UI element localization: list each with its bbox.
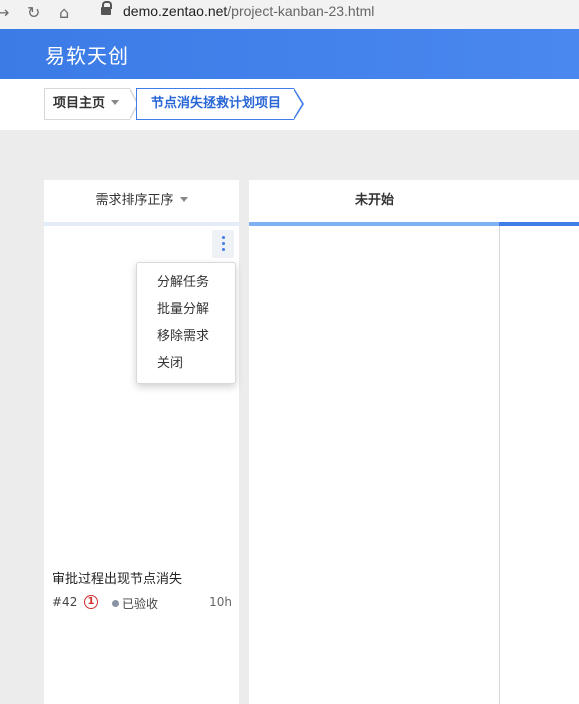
breadcrumb-separator-icon: [293, 88, 304, 120]
caret-down-icon: [179, 197, 188, 202]
story-meta: #42 1 已验收 10h: [52, 595, 232, 613]
menu-item-close[interactable]: 关闭: [137, 350, 235, 377]
column-progress-bar: [499, 222, 579, 226]
stage-dot-icon: [112, 600, 119, 607]
breadcrumb-project-home[interactable]: 项目主页: [44, 88, 139, 120]
kanban-column: 未开始: [249, 180, 579, 704]
priority-badge: 1: [84, 595, 98, 609]
url-path: /project-kanban-23.html: [227, 3, 375, 19]
lane-title: 需求排序正序: [95, 193, 174, 208]
column-title: 未开始: [355, 193, 395, 208]
story-id: #42: [52, 595, 78, 609]
app-header: 易软天创: [0, 29, 579, 79]
menu-item-batch-decompose[interactable]: 批量分解: [137, 296, 235, 323]
story-card[interactable]: 审批过程出现节点消失 #42 1 已验收 10h: [52, 568, 232, 613]
story-stage: 已验收: [122, 597, 159, 611]
browser-toolbar: → ↻ ⌂ demo.zentao.net/project-kanban-23.…: [0, 0, 579, 29]
menu-item-decompose-task[interactable]: 分解任务: [137, 269, 235, 296]
address-bar[interactable]: demo.zentao.net/project-kanban-23.html: [123, 3, 374, 19]
menu-item-remove-story[interactable]: 移除需求: [137, 323, 235, 350]
reload-icon[interactable]: ↻: [27, 4, 40, 22]
more-vertical-icon-dot: [222, 248, 225, 251]
more-vertical-icon: [222, 236, 225, 239]
breadcrumb-current-project[interactable]: 节点消失拯救计划项目: [136, 88, 304, 135]
brand-title[interactable]: 易软天创: [45, 40, 129, 69]
story-lane: 需求排序正序 分解任务 批量分解 移除需求 关闭 审批过程出现节点消失 #42 …: [44, 180, 239, 704]
lane-sort-dropdown[interactable]: 需求排序正序: [44, 180, 239, 226]
url-host: demo.zentao.net: [123, 3, 228, 19]
more-actions-button[interactable]: [212, 230, 234, 258]
lock-icon: [101, 1, 112, 15]
breadcrumb-label: 项目主页: [53, 96, 106, 111]
forward-arrow-icon[interactable]: →: [0, 4, 9, 22]
column-progress-bar: [249, 222, 499, 226]
breadcrumb-label: 节点消失拯救计划项目: [151, 96, 282, 111]
kanban-board: 需求排序正序 分解任务 批量分解 移除需求 关闭 审批过程出现节点消失 #42 …: [0, 130, 579, 704]
story-title[interactable]: 审批过程出现节点消失: [52, 568, 232, 587]
column-divider: [499, 226, 500, 704]
caret-down-icon: [111, 100, 120, 105]
home-icon[interactable]: ⌂: [59, 4, 69, 22]
more-vertical-icon-dot: [222, 242, 225, 245]
story-estimate: 10h: [209, 595, 232, 609]
breadcrumb: 项目主页 节点消失拯救计划项目: [0, 79, 579, 135]
column-header: 未开始: [249, 180, 579, 226]
actions-dropdown-menu: 分解任务 批量分解 移除需求 关闭: [136, 262, 236, 384]
